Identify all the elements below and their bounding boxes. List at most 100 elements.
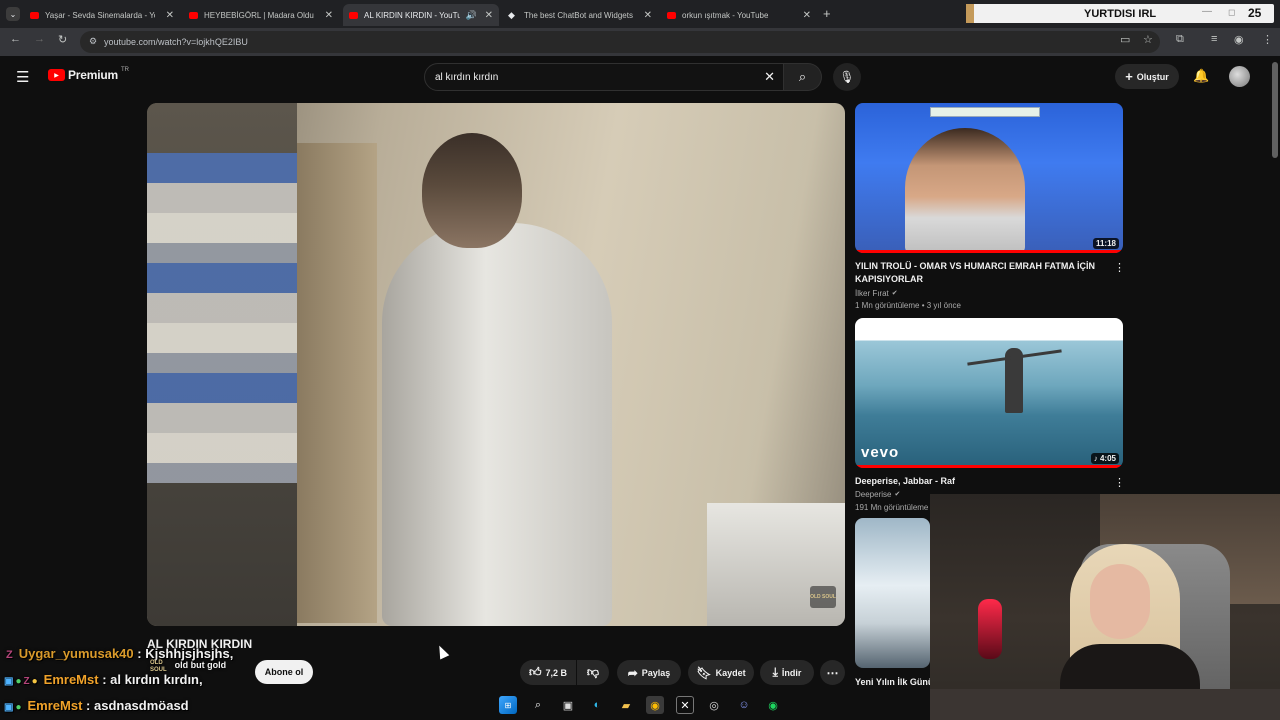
video-scene-person (382, 223, 612, 626)
vevo-badge: vevo (861, 444, 900, 461)
edge-browser-icon[interactable]: ◐ (588, 696, 606, 714)
search-input[interactable]: al kırdın kırdın ✕ (424, 63, 784, 91)
close-icon[interactable]: ✕ (803, 10, 811, 21)
minimize-icon[interactable]: — (1202, 6, 1212, 17)
chat-badge-icon: ● (31, 676, 38, 687)
tab-search-dropdown-icon[interactable]: ⌄ (6, 7, 20, 21)
search-button[interactable]: ⌕ (784, 63, 822, 91)
logo-region: TR (120, 67, 129, 73)
x-app-icon[interactable]: ✕ (676, 696, 694, 714)
address-bar[interactable]: ⚙ youtube.com/watch?v=lojkhQE2IBU (80, 31, 1160, 53)
subscribe-button[interactable]: Abone ol (255, 660, 313, 684)
recommendation-channel[interactable]: İlker Fırat ✔ (855, 288, 898, 300)
windows-taskbar: ⊞ ⌕ ▣ ◐ ▰ ◉ ✕ ◎ ☺ ◉ (495, 690, 795, 720)
chrome-icon[interactable]: ◉ (646, 696, 664, 714)
recommendation-thumbnail[interactable]: vevo ♪ 4:05 (855, 318, 1123, 468)
recommendation-title[interactable]: Yeni Yılın İlk Günü (855, 676, 930, 689)
more-vert-icon[interactable]: ⋮ (1114, 476, 1125, 489)
search-value: al kırdın kırdın (435, 71, 499, 83)
browser-tab[interactable]: Yaşar - Sevda Sinemalarda - YouTube ✕ (24, 4, 180, 26)
youtube-play-icon: ▶ (48, 69, 65, 81)
download-button[interactable]: ⤓ İndir (760, 660, 814, 685)
back-icon[interactable]: ← (10, 33, 21, 45)
recommendation-channel[interactable]: Deeperise ✔ (855, 489, 900, 501)
video-scene-head (422, 133, 522, 248)
speaker-icon[interactable]: 🔊 (466, 10, 477, 21)
bookmark-star-icon[interactable]: ☆ (1143, 33, 1153, 46)
discord-icon[interactable]: ☺ (735, 696, 753, 714)
video-player[interactable]: OLD SOUL (147, 103, 845, 626)
tab-title: AL KIRDIN KIRDIN - YouTube (364, 10, 460, 20)
recommendation-thumbnail[interactable] (855, 518, 930, 668)
reload-icon[interactable]: ↻ (58, 33, 67, 46)
webcam-microphone (978, 599, 1002, 659)
chat-badge-icon: ● (15, 702, 22, 713)
chat-message: ▣ ● EmreMst : asdnasdmöasd (0, 698, 189, 713)
browser-tab[interactable]: orkun ışıtmak - YouTube ✕ (661, 4, 817, 26)
profile-avatar-icon[interactable]: ◉ (1234, 33, 1244, 46)
chat-message-text: asdnasdmöasd (93, 698, 189, 713)
search-icon[interactable]: ⌕ (529, 696, 547, 714)
dislike-button[interactable]: 👎︎ (577, 660, 609, 685)
youtube-logo[interactable]: ▶ Premium TR (48, 67, 129, 82)
more-actions-button[interactable]: ⋯ (820, 660, 845, 685)
chat-message-text: al kırdın kırdın, (110, 672, 203, 687)
youtube-icon (189, 11, 198, 19)
voice-search-button[interactable]: 🎙 (833, 63, 861, 91)
cast-icon[interactable]: ▭ (1120, 33, 1130, 46)
thumb-progress (855, 465, 1123, 468)
clear-search-icon[interactable]: ✕ (764, 69, 775, 85)
like-button[interactable]: 👍︎ 7,2 B (520, 660, 576, 685)
mouse-cursor-icon (434, 643, 450, 660)
browser-tab-active[interactable]: AL KIRDIN KIRDIN - YouTube 🔊 ✕ (343, 4, 499, 26)
file-explorer-icon[interactable]: ▰ (617, 696, 635, 714)
browser-tab[interactable]: ◆ The best ChatBot and Widgets ✕ (502, 4, 658, 26)
tab-title: HEYBEBİGÖRL | Madara Olduk - (204, 10, 314, 20)
banner-thumb (966, 4, 974, 23)
close-icon[interactable]: ✕ (166, 10, 174, 21)
create-button[interactable]: + Oluştur (1115, 64, 1179, 89)
share-button[interactable]: ➦ Paylaş (617, 660, 681, 685)
obs-icon[interactable]: ◎ (705, 696, 723, 714)
chat-message-text: Kjshhjsjhsjhs, (145, 646, 234, 661)
menu-kebab-icon[interactable]: ⋮ (1262, 33, 1273, 46)
restore-icon[interactable]: ◻ (1228, 7, 1235, 18)
tab-title: Yaşar - Sevda Sinemalarda - YouTube (45, 10, 155, 20)
reading-list-icon[interactable]: ≡ (1211, 33, 1217, 45)
task-view-icon[interactable]: ▣ (559, 696, 577, 714)
extensions-icon[interactable]: ⧉ (1176, 33, 1184, 46)
logo-text: Premium (68, 68, 118, 82)
close-icon[interactable]: ✕ (325, 10, 333, 21)
spotify-icon[interactable]: ◉ (764, 696, 782, 714)
video-watermark: OLD SOUL (810, 586, 836, 608)
recommendation-title[interactable]: Deeperise, Jabbar - Raf (855, 475, 1105, 488)
new-tab-icon[interactable]: + (823, 6, 831, 21)
plus-icon: + (1125, 69, 1133, 84)
recommendation-meta: 191 Mn görüntüleme (855, 503, 929, 512)
close-icon[interactable]: ✕ (485, 10, 493, 21)
account-avatar[interactable] (1229, 66, 1250, 87)
close-icon[interactable]: ✕ (644, 10, 652, 21)
notifications-bell-icon[interactable]: 🔔 (1193, 68, 1209, 84)
chat-badge-icon: Z (6, 649, 13, 661)
site-info-icon[interactable]: ⚙ (89, 36, 97, 47)
recommendation-thumbnail[interactable]: 11:18 (855, 103, 1123, 253)
page-scrollbar[interactable] (1272, 62, 1278, 158)
chatbot-icon: ◆ (508, 9, 515, 20)
save-button[interactable]: 🔖︎ Kaydet (688, 660, 754, 685)
hamburger-menu-icon[interactable]: ☰ (16, 68, 29, 86)
recommendation-title[interactable]: YILIN TROLÜ - OMAR VS HUMARCI EMRAH FATM… (855, 260, 1105, 286)
recommendation-meta: 1 Mn görüntüleme • 3 yıl önce (855, 301, 961, 310)
video-duration: ♪ 4:05 (1090, 453, 1119, 464)
duration-text: 4:05 (1099, 454, 1116, 463)
more-horizontal-icon: ⋯ (826, 665, 839, 680)
more-vert-icon[interactable]: ⋮ (1114, 261, 1125, 274)
youtube-icon (30, 11, 39, 19)
like-count: 7,2 B (545, 667, 568, 678)
windows-start-icon[interactable]: ⊞ (499, 696, 517, 714)
stream-banner: YURTDISI IRL — ◻ 25 (966, 4, 1274, 23)
save-label: Kaydet (715, 667, 746, 678)
chat-username: EmreMst (27, 698, 83, 713)
browser-tab[interactable]: HEYBEBİGÖRL | Madara Olduk - ✕ (183, 4, 339, 26)
forward-icon[interactable]: → (34, 33, 45, 45)
